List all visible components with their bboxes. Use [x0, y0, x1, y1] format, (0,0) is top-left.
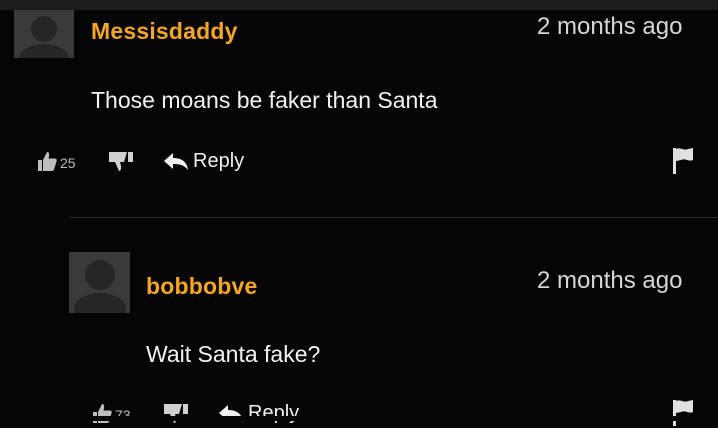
like-count: 25 [60, 155, 76, 171]
thumbs-down-icon [164, 404, 188, 423]
avatar[interactable] [14, 10, 74, 58]
comment-username[interactable]: Messisdaddy [91, 18, 238, 45]
top-bar [0, 0, 718, 10]
comment-text: Wait Santa fake? [146, 341, 321, 367]
flag-icon [673, 148, 693, 174]
comment-divider [70, 217, 718, 218]
flag-button[interactable] [670, 398, 696, 428]
bottom-edge [0, 416, 718, 421]
comment-username[interactable]: bobbobve [146, 273, 257, 300]
like-button[interactable]: 25 [36, 150, 76, 172]
comment-text: Those moans be faker than Santa [91, 87, 438, 113]
thumbs-up-icon [38, 152, 57, 171]
dislike-button[interactable] [162, 402, 190, 426]
reply-arrow-icon [164, 152, 188, 170]
thumbs-down-icon [109, 152, 133, 171]
dislike-button[interactable] [107, 150, 135, 174]
reply-button[interactable]: Reply [218, 402, 299, 425]
comment-timestamp: 2 months ago [537, 267, 683, 294]
reply-button[interactable]: Reply [163, 150, 244, 173]
avatar[interactable] [69, 252, 130, 313]
flag-icon [673, 400, 693, 426]
reply-label: Reply [193, 150, 245, 172]
flag-button[interactable] [670, 146, 696, 176]
comment-timestamp: 2 months ago [537, 13, 683, 40]
reply-label: Reply [248, 402, 300, 424]
